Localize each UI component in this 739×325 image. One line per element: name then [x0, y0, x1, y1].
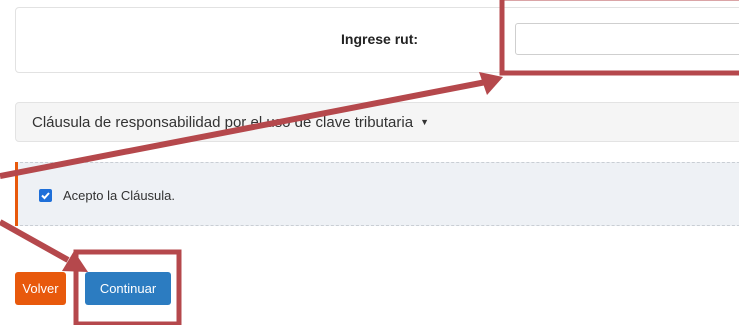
accept-accent-bar: [15, 162, 18, 226]
check-icon: [41, 192, 50, 200]
annotation-arrow-head-bottom: [62, 251, 88, 272]
volver-button[interactable]: Volver: [15, 272, 66, 305]
clausula-label: Cláusula de responsabilidad por el uso d…: [32, 114, 429, 131]
accept-checkbox[interactable]: [39, 189, 52, 202]
caret-down-icon: ▼: [420, 117, 429, 127]
clausula-label-text: Cláusula de responsabilidad por el uso d…: [32, 114, 414, 131]
rut-input[interactable]: [515, 23, 739, 55]
accept-label[interactable]: Acepto la Cláusula.: [63, 188, 175, 203]
clausula-dropdown[interactable]: Cláusula de responsabilidad por el uso d…: [15, 102, 739, 142]
annotation-arrow-line-bottom: [0, 219, 70, 263]
continuar-button[interactable]: Continuar: [85, 272, 171, 305]
rut-label: Ingrese rut:: [341, 31, 419, 47]
annotation-arrow-head-top: [479, 72, 503, 95]
